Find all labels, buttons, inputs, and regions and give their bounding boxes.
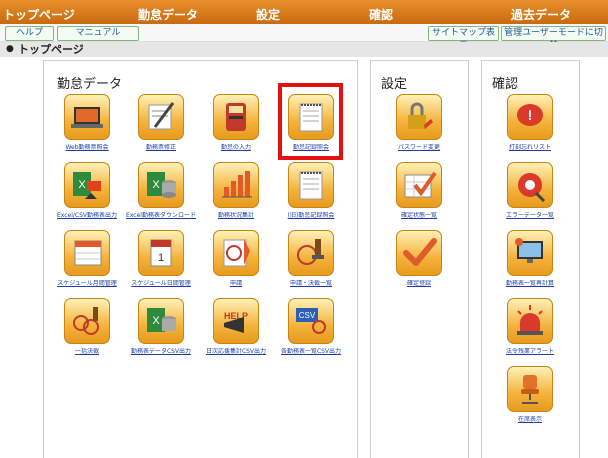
tile-label[interactable]: 勤怠記録照会 bbox=[270, 144, 352, 151]
tile-label[interactable]: パスワード変更 bbox=[378, 144, 460, 151]
menu-top-page[interactable]: トップページ bbox=[3, 7, 75, 24]
office-chair-icon bbox=[507, 366, 553, 412]
page-title: トップページ bbox=[18, 43, 84, 56]
admin-mode-button[interactable]: 管理ユーザーモードに切替 bbox=[501, 26, 606, 51]
tile-label[interactable]: Web勤務票照会 bbox=[46, 144, 128, 151]
stamp-list-icon bbox=[288, 230, 334, 276]
laptop-icon bbox=[64, 94, 110, 140]
kintai-panel-title: 勤怠データ bbox=[57, 77, 123, 92]
tile-csv-db[interactable]: X 勤務表データCSV出力 bbox=[124, 298, 198, 368]
siren-icon bbox=[507, 298, 553, 344]
tile-label[interactable]: 各勤務表一覧CSV出力 bbox=[270, 348, 352, 355]
tile-laptop[interactable]: Web勤務票照会 bbox=[50, 94, 124, 164]
top-menubar: トップページ 勤怠データ 設定 確認 過去データ bbox=[0, 0, 608, 24]
stamp-request-icon bbox=[213, 230, 259, 276]
kintai-panel: 勤怠データ Web勤務票照会 勤務票修正 勤怠の入力 勤怠記録照会 X Excel/CSV… bbox=[43, 60, 358, 458]
confirm-panel: 確認 ! 打刻忘れリスト エラーデータ一覧 勤務表一覧再計算 法令残業アラート 在席表示 bbox=[481, 60, 580, 458]
tile-label[interactable]: (旧)勤怠記録照会 bbox=[270, 212, 352, 219]
tile-padlock[interactable]: パスワード変更 bbox=[382, 94, 456, 164]
tile-calendar[interactable]: スケジュール月間管理 bbox=[50, 230, 124, 300]
tile-bulk-stamp[interactable]: 一括決裁 bbox=[50, 298, 124, 368]
menu-settings[interactable]: 設定 bbox=[256, 7, 280, 24]
timecard-machine-icon bbox=[213, 94, 259, 140]
tile-label[interactable]: 確定状態一覧 bbox=[378, 212, 460, 219]
svg-text:CSV: CSV bbox=[299, 311, 316, 320]
tile-office-chair[interactable]: 在席表示 bbox=[493, 366, 567, 436]
tile-label[interactable]: スケジュール月間管理 bbox=[46, 280, 128, 287]
help-megaphone-icon: HELP bbox=[213, 298, 259, 344]
tile-notepad[interactable]: 勤怠記録照会 bbox=[274, 94, 348, 164]
csv-list-icon: CSV bbox=[288, 298, 334, 344]
tile-label[interactable]: エラーデータ一覧 bbox=[489, 212, 571, 219]
svg-text:!: ! bbox=[528, 107, 533, 123]
tile-siren[interactable]: 法令残業アラート bbox=[493, 298, 567, 368]
padlock-icon bbox=[396, 94, 442, 140]
tile-alert-bubble[interactable]: ! 打刻忘れリスト bbox=[493, 94, 567, 164]
tile-label[interactable]: 勤務状況集計 bbox=[195, 212, 277, 219]
tile-label[interactable]: 申請 bbox=[195, 280, 277, 287]
checkmark-icon bbox=[396, 230, 442, 276]
calendar-icon bbox=[64, 230, 110, 276]
tile-stamp-list[interactable]: 申請・決裁一覧 bbox=[274, 230, 348, 300]
csv-db-icon: X bbox=[138, 298, 184, 344]
tile-stamp-request[interactable]: 申請 bbox=[199, 230, 273, 300]
tile-label[interactable]: 打刻忘れリスト bbox=[489, 144, 571, 151]
monitor-icon bbox=[507, 230, 553, 276]
confirm-panel-title: 確認 bbox=[492, 77, 519, 92]
tile-label[interactable]: Excel勤務表ダウンロード bbox=[120, 212, 202, 219]
settings-panel-title: 設定 bbox=[381, 77, 408, 92]
excel-download-icon: X bbox=[138, 162, 184, 208]
tile-daily-calendar[interactable]: 1 スケジュール日間管理 bbox=[124, 230, 198, 300]
bullet-icon: ● bbox=[6, 44, 14, 54]
tile-notepad-old[interactable]: (旧)勤怠記録照会 bbox=[274, 162, 348, 232]
notepad-old-icon bbox=[288, 162, 334, 208]
svg-text:X: X bbox=[152, 179, 160, 191]
tile-label[interactable]: 法令残業アラート bbox=[489, 348, 571, 355]
tile-label[interactable]: 一括決裁 bbox=[46, 348, 128, 355]
breadcrumb: ● トップページ bbox=[0, 42, 608, 57]
tile-label[interactable]: 日次応援集計CSV出力 bbox=[195, 348, 277, 355]
excel-export-icon: X bbox=[64, 162, 110, 208]
settings-panel: 設定 パスワード変更 確定状態一覧 確定登録 bbox=[370, 60, 469, 458]
tile-monitor[interactable]: 勤務表一覧再計算 bbox=[493, 230, 567, 300]
tile-label[interactable]: 確定登録 bbox=[378, 280, 460, 287]
help-button[interactable]: ヘルプ bbox=[5, 26, 54, 41]
sitemap-button[interactable]: サイトマップ表示 bbox=[428, 26, 499, 51]
tile-bar-chart[interactable]: 勤務状況集計 bbox=[199, 162, 273, 232]
tile-excel-export[interactable]: X Excel/CSV勤務表出力 bbox=[50, 162, 124, 232]
tile-label[interactable]: 勤怠の入力 bbox=[195, 144, 277, 151]
tile-pen-form[interactable]: 勤務票修正 bbox=[124, 94, 198, 164]
tile-error-gear[interactable]: エラーデータ一覧 bbox=[493, 162, 567, 232]
menu-past-data[interactable]: 過去データ bbox=[511, 7, 571, 24]
alert-bubble-icon: ! bbox=[507, 94, 553, 140]
error-gear-icon bbox=[507, 162, 553, 208]
tile-label[interactable]: 勤務表データCSV出力 bbox=[120, 348, 202, 355]
tile-label[interactable]: Excel/CSV勤務表出力 bbox=[46, 212, 128, 219]
pen-form-icon bbox=[138, 94, 184, 140]
tile-csv-list[interactable]: CSV 各勤務表一覧CSV出力 bbox=[274, 298, 348, 368]
checked-grid-icon bbox=[396, 162, 442, 208]
tile-label[interactable]: スケジュール日間管理 bbox=[120, 280, 202, 287]
tile-checkmark[interactable]: 確定登録 bbox=[382, 230, 456, 300]
tile-timecard-machine[interactable]: 勤怠の入力 bbox=[199, 94, 273, 164]
tile-label[interactable]: 在席表示 bbox=[489, 416, 571, 423]
manual-button[interactable]: マニュアル bbox=[57, 26, 139, 41]
svg-text:X: X bbox=[152, 315, 160, 327]
bar-chart-icon bbox=[213, 162, 259, 208]
notepad-icon bbox=[288, 94, 334, 140]
svg-text:X: X bbox=[78, 179, 86, 191]
menu-confirm[interactable]: 確認 bbox=[369, 7, 393, 24]
daily-calendar-icon: 1 bbox=[138, 230, 184, 276]
tile-label[interactable]: 勤務票修正 bbox=[120, 144, 202, 151]
tile-excel-download[interactable]: X Excel勤務表ダウンロード bbox=[124, 162, 198, 232]
menu-kintai-data[interactable]: 勤怠データ bbox=[138, 7, 198, 24]
svg-text:1: 1 bbox=[158, 252, 164, 264]
tile-label[interactable]: 申請・決裁一覧 bbox=[270, 280, 352, 287]
tile-help-megaphone[interactable]: HELP 日次応援集計CSV出力 bbox=[199, 298, 273, 368]
toolbar: ヘルプ マニュアル サイトマップ表示 管理ユーザーモードに切替 bbox=[0, 24, 608, 51]
tile-checked-grid[interactable]: 確定状態一覧 bbox=[382, 162, 456, 232]
tile-label[interactable]: 勤務表一覧再計算 bbox=[489, 280, 571, 287]
bulk-stamp-icon bbox=[64, 298, 110, 344]
